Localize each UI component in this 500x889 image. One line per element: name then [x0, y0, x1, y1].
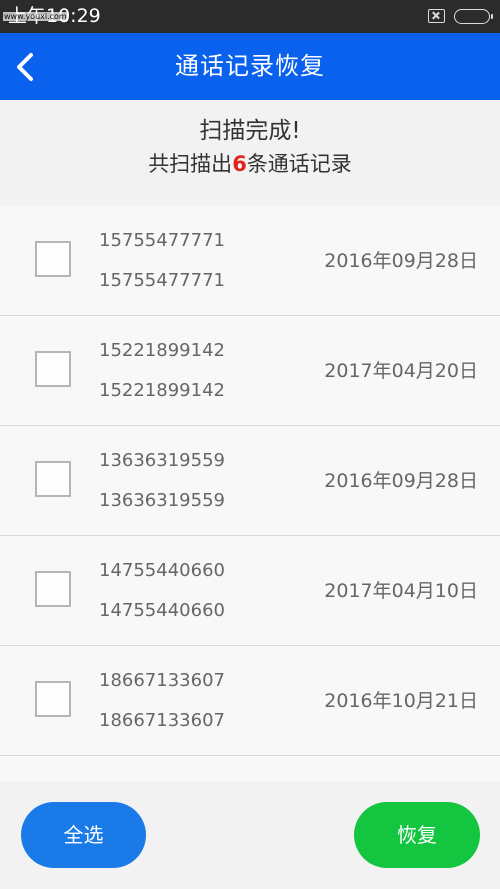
watermark: www.youxi.com — [3, 12, 68, 21]
record-name: 15221899142 — [99, 340, 225, 361]
restore-button[interactable]: 恢复 — [354, 802, 480, 868]
record-number: 18667133607 — [99, 710, 225, 731]
scan-count-prefix: 共扫描出 — [148, 152, 233, 176]
record-number: 15221899142 — [99, 380, 225, 401]
scan-complete-text: 扫描完成! — [199, 118, 301, 144]
no-sim-icon — [428, 9, 445, 23]
call-record-row[interactable]: 14755440660 14755440660 2017年04月10日 — [0, 536, 500, 646]
scan-count-text: 共扫描出6条通话记录 — [0, 150, 500, 178]
battery-icon — [454, 9, 493, 24]
scan-count-suffix: 条通话记录 — [246, 152, 352, 176]
call-record-row[interactable]: 15221899142 15221899142 2017年04月20日 — [0, 316, 500, 426]
scan-count-number: 6 — [232, 152, 247, 176]
page-title: 通话记录恢复 — [175, 52, 325, 80]
record-date: 2016年09月28日 — [324, 250, 478, 272]
record-checkbox[interactable] — [35, 461, 71, 497]
record-checkbox[interactable] — [35, 681, 71, 717]
record-checkbox[interactable] — [35, 241, 71, 277]
record-date: 2017年04月20日 — [324, 360, 478, 382]
status-bar: 上午10:29 www.youxi.com — [0, 0, 500, 33]
scan-summary: 扫描完成! 共扫描出6条通话记录 — [0, 100, 500, 206]
bottom-action-bar: 全选 恢复 — [0, 781, 500, 889]
call-record-row[interactable]: 13636319559 13636319559 2016年09月28日 — [0, 426, 500, 536]
call-record-row[interactable]: 15755477771 15755477771 2016年09月28日 — [0, 206, 500, 316]
record-number: 14755440660 — [99, 600, 225, 621]
record-name: 13636319559 — [99, 450, 225, 471]
record-checkbox[interactable] — [35, 571, 71, 607]
record-number: 15755477771 — [99, 270, 225, 291]
select-all-button[interactable]: 全选 — [21, 802, 146, 868]
record-checkbox[interactable] — [35, 351, 71, 387]
call-record-list: 15755477771 15755477771 2016年09月28日 1522… — [0, 206, 500, 781]
record-date: 2017年04月10日 — [324, 580, 478, 602]
call-record-row[interactable]: 18667133607 18667133607 2016年10月21日 — [0, 646, 500, 756]
record-name: 18667133607 — [99, 670, 225, 691]
app-bar: 通话记录恢复 — [0, 33, 500, 100]
record-date: 2016年09月28日 — [324, 470, 478, 492]
record-number: 13636319559 — [99, 490, 225, 511]
record-name: 14755440660 — [99, 560, 225, 581]
record-date: 2016年10月21日 — [324, 690, 478, 712]
record-name: 15755477771 — [99, 230, 225, 251]
